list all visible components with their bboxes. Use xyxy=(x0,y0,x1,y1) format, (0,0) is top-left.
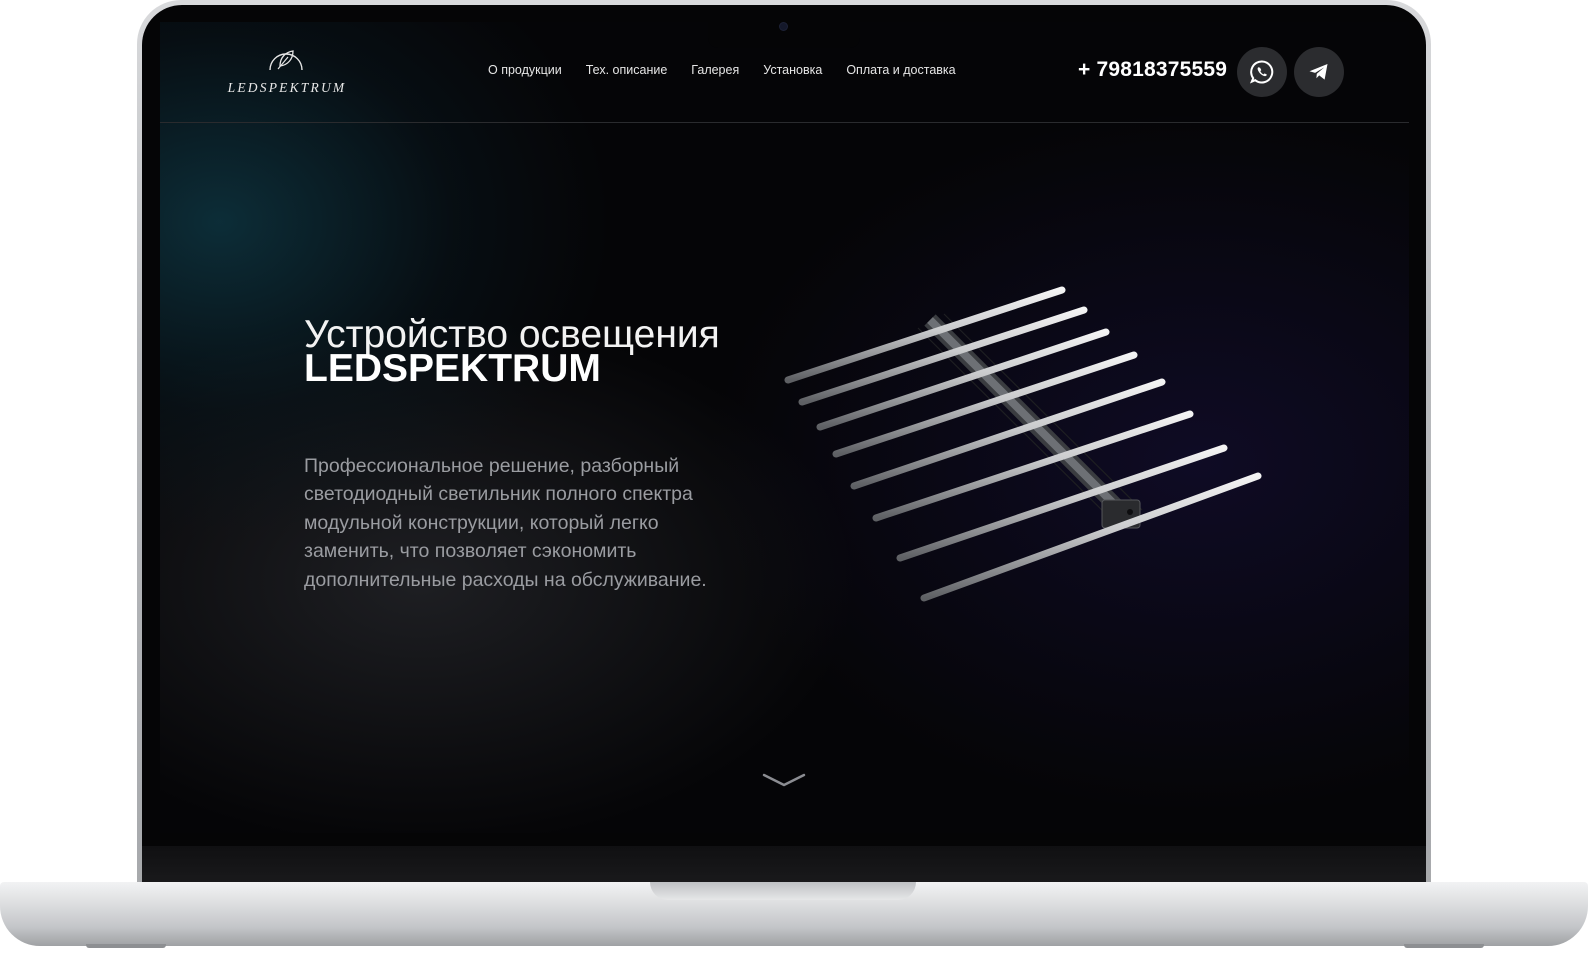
phone-number[interactable]: + 79818375559 xyxy=(1078,58,1227,82)
nav-item-payment-delivery[interactable]: Оплата и доставка xyxy=(846,63,955,77)
hero-title-brand: LEDSPEKTRUM xyxy=(304,347,601,390)
laptop-opening-groove xyxy=(650,882,916,900)
nav-item-about[interactable]: О продукции xyxy=(488,63,562,77)
hero-description: Профессиональное решение, разборный свет… xyxy=(304,454,707,591)
laptop-foot-right xyxy=(1404,944,1484,948)
screen-chin xyxy=(142,846,1426,886)
nav-item-installation[interactable]: Установка xyxy=(763,63,822,77)
camera-icon xyxy=(780,23,787,30)
nav-item-specs[interactable]: Тех. описание xyxy=(586,63,668,77)
laptop-foot-left xyxy=(86,944,166,948)
leaf-logo-icon xyxy=(269,50,303,71)
telegram-icon xyxy=(1309,64,1328,80)
whatsapp-icon xyxy=(1249,60,1274,84)
whatsapp-button[interactable] xyxy=(1237,47,1287,97)
led-grow-light-image xyxy=(784,286,1262,602)
telegram-button[interactable] xyxy=(1294,47,1344,97)
brand-logo[interactable]: LEDSPEKTRUM xyxy=(222,42,352,104)
brand-name: LEDSPEKTRUM xyxy=(227,80,347,95)
light-bars xyxy=(784,286,1262,602)
website-screen: LEDSPEKTRUM О продукции Тех. описание Га… xyxy=(160,22,1409,833)
main-nav: О продукции Тех. описание Галерея Устано… xyxy=(488,63,980,77)
chevron-down-icon[interactable] xyxy=(762,771,806,789)
nav-item-gallery[interactable]: Галерея xyxy=(691,63,739,77)
